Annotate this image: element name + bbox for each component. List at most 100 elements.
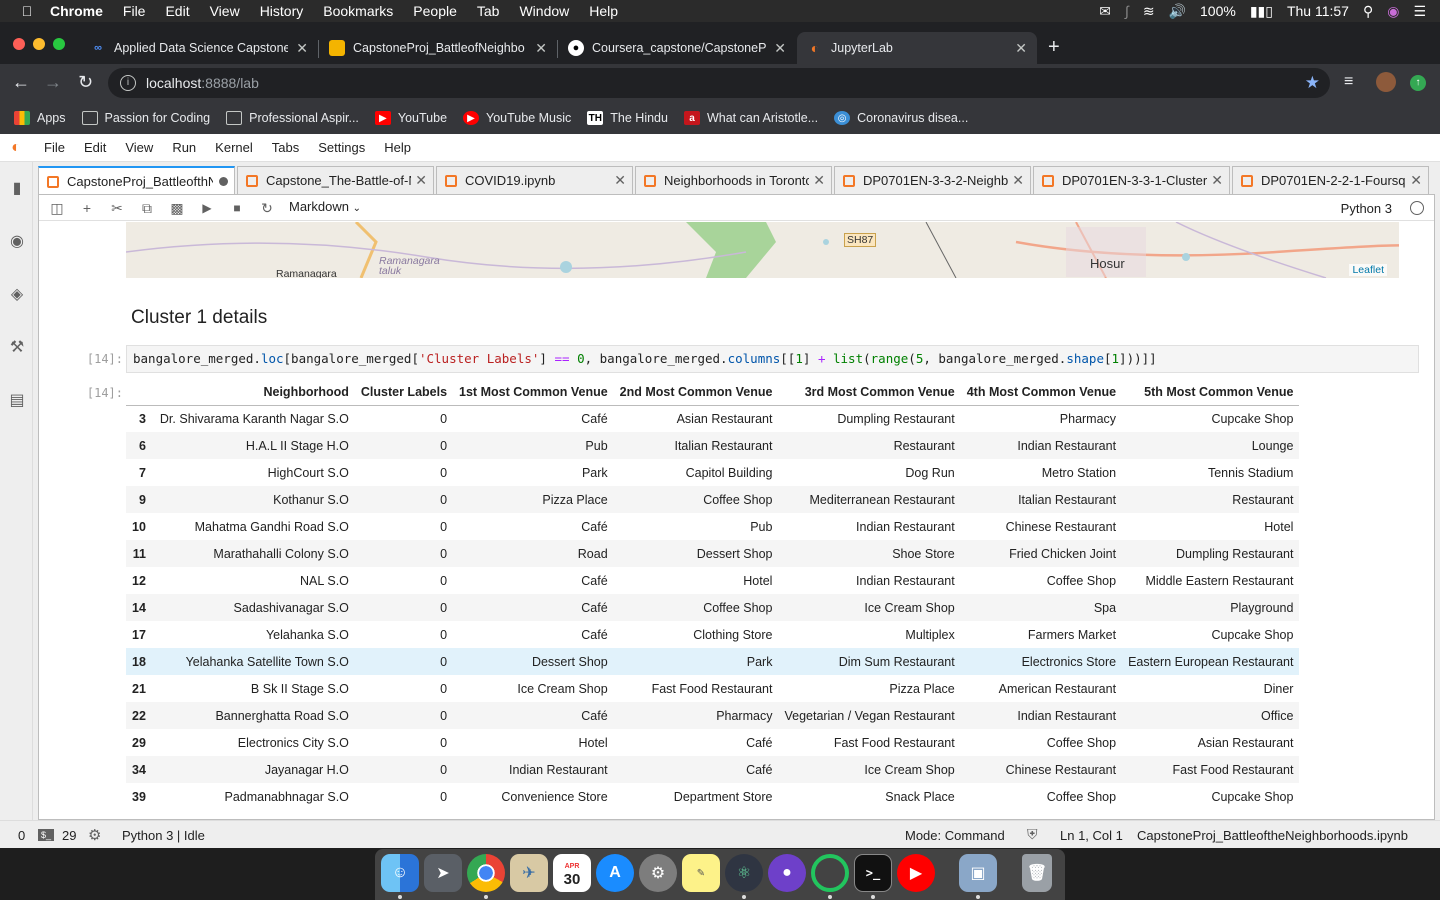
unsaved-dot-icon[interactable]: [219, 177, 228, 186]
bookmark-coronavirus[interactable]: ◎ Coronavirus disea...: [834, 111, 968, 125]
cut-icon[interactable]: ✂: [109, 200, 125, 217]
finder-icon[interactable]: ☺: [381, 854, 419, 892]
menu-edit[interactable]: Edit: [165, 3, 189, 19]
close-tab-icon[interactable]: ✕: [1211, 172, 1223, 189]
close-tab-icon[interactable]: ✕: [296, 40, 308, 57]
chrome-tab-jupyterlab[interactable]: ◐ JupyterLab ✕: [797, 32, 1037, 64]
stop-icon[interactable]: ■: [229, 201, 245, 215]
launchpad-icon[interactable]: ➤: [424, 854, 462, 892]
minimize-window-button[interactable]: [33, 38, 45, 50]
jlab-menu-file[interactable]: File: [44, 140, 65, 155]
menu-help[interactable]: Help: [589, 3, 618, 19]
wifi-icon[interactable]: ≋: [1143, 3, 1155, 20]
site-info-icon[interactable]: i: [120, 75, 136, 91]
doc-tab-covid19[interactable]: COVID19.ipynb ✕: [436, 166, 633, 194]
close-tab-icon[interactable]: ✕: [1015, 40, 1027, 57]
file-browser-icon[interactable]: ▮: [7, 178, 27, 198]
jlab-menu-help[interactable]: Help: [384, 140, 411, 155]
kernel-gear-icon[interactable]: ⚙: [88, 826, 101, 844]
bookmark-apps[interactable]: Apps: [14, 111, 66, 125]
doc-tab-neighborhoods-toronto[interactable]: Neighborhoods in Toronto.ipynb ✕: [635, 166, 832, 194]
chrome-tab-coursera[interactable]: ∞ Applied Data Science Capstone ✕: [80, 32, 318, 64]
close-tab-icon[interactable]: ✕: [1410, 172, 1422, 189]
menu-history[interactable]: History: [260, 3, 304, 19]
doc-tab-dp0701en-3-3-1[interactable]: DP0701EN-3-3-1-Clustering.ipynb ✕: [1033, 166, 1230, 194]
notification-center-icon[interactable]: ☰: [1413, 3, 1426, 20]
bookmark-youtube-music[interactable]: ▶ YouTube Music: [463, 111, 571, 125]
doc-tab-dp0701en-2-2-1[interactable]: DP0701EN-2-2-1-Foursquare.ipynb ✕: [1232, 166, 1429, 194]
kernel-count[interactable]: 29: [62, 828, 76, 843]
notebook-content[interactable]: SH87 Hosur Ramanagara taluk Ramanagara L…: [39, 222, 1434, 819]
siri-icon[interactable]: ◉: [1387, 3, 1399, 20]
doc-tab-capstone-battle[interactable]: CapstoneProj_BattleofthNeighborhoods.ipy…: [38, 166, 235, 195]
restart-icon[interactable]: ↻: [259, 200, 275, 217]
menu-view[interactable]: View: [210, 3, 240, 19]
apple-icon[interactable]: : [18, 3, 36, 19]
run-icon[interactable]: ▶: [199, 201, 215, 215]
system-preferences-icon[interactable]: ⚙: [639, 854, 677, 892]
github-desktop-icon[interactable]: ●: [768, 854, 806, 892]
bookmark-the-hindu[interactable]: TH The Hindu: [587, 111, 668, 125]
doc-tab-dp0701en-3-3-2[interactable]: DP0701EN-3-3-2-Neighborhoods.ipynb ✕: [834, 166, 1031, 194]
atom-icon[interactable]: ⚛: [725, 854, 763, 892]
spotlight-icon[interactable]: ⚲: [1363, 3, 1373, 20]
menu-file[interactable]: File: [123, 3, 146, 19]
jlab-menu-tabs[interactable]: Tabs: [272, 140, 299, 155]
chrome-icon[interactable]: [467, 854, 505, 892]
close-tab-icon[interactable]: ✕: [415, 172, 427, 189]
menu-people[interactable]: People: [413, 3, 457, 19]
bookmark-youtube[interactable]: ▶ YouTube: [374, 111, 447, 125]
mail-icon[interactable]: ✉: [1099, 3, 1111, 20]
bookmark-professional[interactable]: Professional Aspir...: [226, 111, 359, 125]
battery-icon[interactable]: ▮▮▯: [1250, 3, 1273, 20]
extension-manager-icon[interactable]: ⚒: [7, 337, 27, 357]
new-tab-button[interactable]: +: [1048, 36, 1060, 59]
zoom-window-button[interactable]: [53, 38, 65, 50]
jlab-menu-view[interactable]: View: [125, 140, 153, 155]
bluetooth-icon[interactable]: ∫: [1125, 3, 1129, 19]
close-tab-icon[interactable]: ✕: [774, 40, 786, 57]
preview-icon[interactable]: ▣: [959, 854, 997, 892]
clock[interactable]: Thu 11:57: [1287, 3, 1349, 19]
reload-icon[interactable]: ↻: [78, 72, 93, 93]
jlab-menu-run[interactable]: Run: [172, 140, 196, 155]
jlab-menu-settings[interactable]: Settings: [318, 140, 365, 155]
trash-icon[interactable]: 🗑: [1022, 854, 1052, 892]
stickies-icon[interactable]: ✎: [682, 854, 720, 892]
address-bar[interactable]: i localhost:8888/lab ★: [108, 68, 1330, 98]
copy-icon[interactable]: ⧉: [139, 200, 155, 217]
menu-window[interactable]: Window: [519, 3, 569, 19]
markdown-heading[interactable]: Cluster 1 details: [131, 307, 267, 329]
close-tab-icon[interactable]: ✕: [614, 172, 626, 189]
chrome-tab-slides[interactable]: CapstoneProj_BattleofNeighbo ✕: [319, 32, 557, 64]
volume-icon[interactable]: 🔊: [1169, 3, 1186, 20]
calendar-icon[interactable]: APR 30: [553, 854, 591, 892]
cell-type-dropdown[interactable]: Markdown ⌄: [289, 199, 361, 214]
terminal-count[interactable]: 0: [18, 828, 25, 843]
running-kernels-icon[interactable]: ◉: [7, 231, 27, 251]
chrome-tab-github[interactable]: ● Coursera_capstone/CapstoneP ✕: [558, 32, 796, 64]
mail-stamp-icon[interactable]: ✈: [510, 854, 548, 892]
activity-ring-icon[interactable]: [811, 854, 849, 892]
insert-cell-icon[interactable]: +: [79, 200, 95, 216]
reading-list-icon[interactable]: ≡: [1344, 73, 1353, 91]
update-icon[interactable]: ↑: [1410, 75, 1426, 91]
command-palette-icon[interactable]: ◈: [7, 284, 27, 304]
doc-tab-capstone-the-battle[interactable]: Capstone_The-Battle-of-Neighborhoods.ipy…: [237, 166, 434, 194]
youtube-music-app-icon[interactable]: ▶: [897, 854, 935, 892]
trust-shield-icon[interactable]: ⛨: [1027, 826, 1038, 843]
folium-map[interactable]: SH87 Hosur Ramanagara taluk Ramanagara L…: [126, 222, 1399, 278]
kernel-name[interactable]: Python 3: [1341, 201, 1392, 216]
kernel-state[interactable]: Python 3 | Idle: [122, 828, 205, 843]
close-window-button[interactable]: [13, 38, 25, 50]
bookmark-passion-for-coding[interactable]: Passion for Coding: [81, 111, 210, 125]
save-icon[interactable]: ◫: [49, 200, 65, 217]
leaflet-attribution-link[interactable]: Leaflet: [1349, 264, 1387, 276]
menu-tab[interactable]: Tab: [477, 3, 500, 19]
close-tab-icon[interactable]: ✕: [535, 40, 547, 57]
back-arrow-icon[interactable]: ←: [12, 72, 30, 93]
close-tab-icon[interactable]: ✕: [813, 172, 825, 189]
code-cell-input[interactable]: bangalore_merged.loc[bangalore_merged['C…: [126, 345, 1419, 373]
jlab-menu-edit[interactable]: Edit: [84, 140, 106, 155]
close-tab-icon[interactable]: ✕: [1012, 172, 1024, 189]
